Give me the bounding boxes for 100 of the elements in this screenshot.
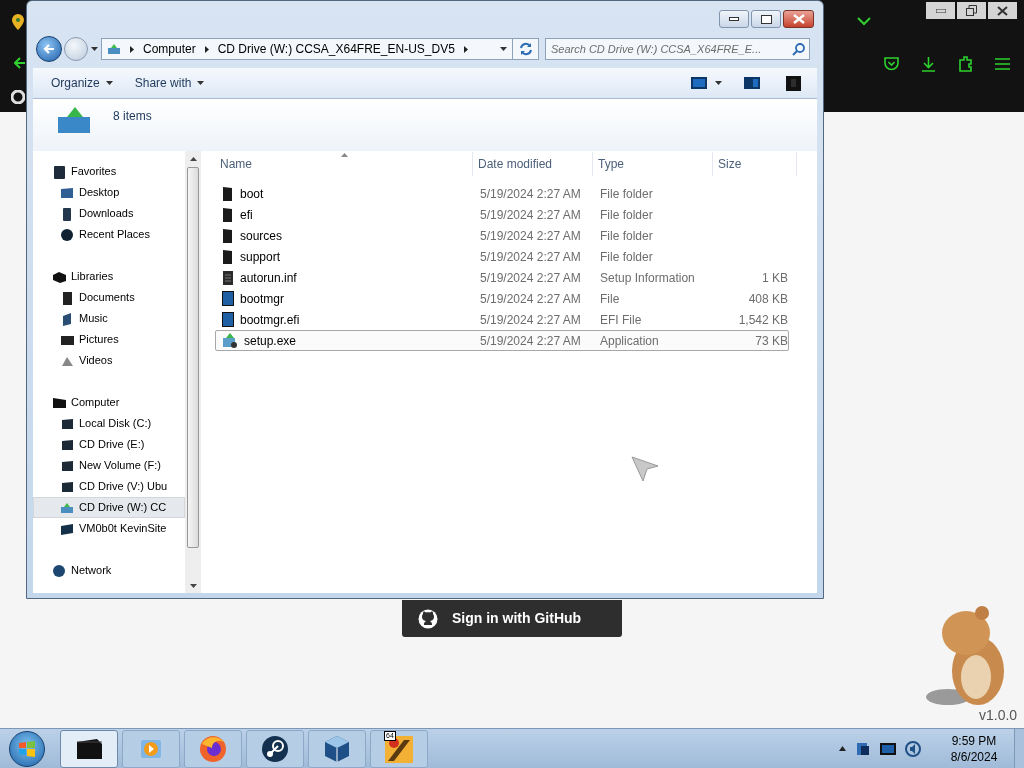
item-count: 8 items <box>113 108 152 125</box>
restore-button[interactable] <box>957 2 986 19</box>
nav-label: Recent Places <box>79 227 150 243</box>
size-cell-text: 408 KB <box>748 290 788 308</box>
recent-places-icon <box>60 227 74 242</box>
nav-label: Music <box>79 311 108 327</box>
maximize-button[interactable] <box>751 10 781 28</box>
nav-label: CD Drive (V:) Ubu <box>79 479 168 495</box>
drive-icon <box>60 479 74 494</box>
map-pin-icon <box>12 14 24 30</box>
taskbar-button[interactable] <box>60 729 118 768</box>
github-icon <box>418 608 438 629</box>
file-row[interactable]: boot 5/19/2024 2:27 AM File folder <box>215 183 789 204</box>
download-icon[interactable] <box>921 55 936 72</box>
breadcrumb-item[interactable]: Computer <box>143 40 196 58</box>
file-name: support <box>240 248 281 266</box>
back-arrow-icon[interactable] <box>14 57 26 69</box>
close-button[interactable] <box>988 2 1017 19</box>
file-row[interactable]: bootmgr.efi 5/19/2024 2:27 AM EFI File 1,542 KB <box>215 309 789 330</box>
chevron-icon[interactable] <box>463 45 468 53</box>
scroll-thumb[interactable] <box>187 167 199 548</box>
back-button[interactable] <box>36 36 62 62</box>
scroll-up-icon[interactable] <box>189 157 197 161</box>
type-cell-text: Application <box>599 332 660 350</box>
file-row[interactable]: sources 5/19/2024 2:27 AM File folder <box>215 225 789 246</box>
nav-item[interactable]: CD Drive (W:) CC <box>33 497 185 518</box>
minimize-icon <box>729 17 739 21</box>
downloads-icon <box>60 206 74 221</box>
favorites-icon <box>52 164 66 179</box>
nav-item[interactable]: CD Drive (V:) Ubu <box>33 476 185 497</box>
chevron-icon[interactable] <box>204 45 209 53</box>
scroll-down-icon[interactable] <box>189 584 197 588</box>
folder-icon <box>222 228 234 243</box>
breadcrumb-item[interactable]: CD Drive (W:) CCSA_X64FRE_EN-US_DV5 <box>217 40 455 58</box>
type-cell-text: File folder <box>599 185 654 203</box>
type-cell-text: File folder <box>599 206 654 224</box>
nav-item[interactable]: Local Disk (C:) <box>33 413 185 434</box>
start-button[interactable] <box>9 730 45 767</box>
drive-icon <box>57 105 91 135</box>
nav-item[interactable]: Libraries <box>33 266 185 287</box>
chevron-down-icon[interactable] <box>857 17 871 26</box>
extensions-icon[interactable] <box>958 55 973 72</box>
clock-date[interactable]: 8/6/2024 <box>950 748 998 765</box>
close-button[interactable] <box>783 10 814 28</box>
display-icon[interactable] <box>880 742 896 755</box>
nav-item[interactable]: Computer <box>33 392 185 413</box>
file-row[interactable]: setup.exe 5/19/2024 2:27 AM Application 73 KB <box>215 330 789 351</box>
column-header[interactable]: Type <box>593 152 713 176</box>
help-icon[interactable] <box>786 75 801 91</box>
nav-item[interactable]: VM0b0t KevinSite <box>33 518 185 539</box>
maximize-icon <box>760 14 772 24</box>
nav-item[interactable]: Favorites <box>33 161 185 182</box>
file-row[interactable]: bootmgr 5/19/2024 2:27 AM File 408 KB <box>215 288 789 309</box>
date-cell-text: 5/19/2024 2:27 AM <box>479 332 582 350</box>
nav-item[interactable]: New Volume (F:) <box>33 455 185 476</box>
file-name: efi <box>240 206 253 224</box>
column-header[interactable]: Name <box>215 152 473 176</box>
nav-item[interactable]: Pictures <box>33 329 185 350</box>
file-row[interactable]: support 5/19/2024 2:27 AM File folder <box>215 246 789 267</box>
file-row[interactable]: autorun.inf 5/19/2024 2:27 AM Setup Information 1 KB <box>215 267 789 288</box>
toolbar-menu-button[interactable]: Share with <box>134 74 205 92</box>
chevron-icon[interactable] <box>130 45 134 53</box>
menu-icon[interactable] <box>995 57 1010 70</box>
scrollbar[interactable] <box>185 151 201 593</box>
version-label: v1.0.0 <box>979 706 1018 725</box>
nav-item[interactable]: Documents <box>33 287 185 308</box>
nav-item[interactable]: CD Drive (E:) <box>33 434 185 455</box>
date-cell-text: 5/19/2024 2:27 AM <box>479 311 582 329</box>
type-cell-text: EFI File <box>599 311 643 329</box>
nav-item[interactable]: Network <box>33 560 185 581</box>
minimize-button[interactable] <box>719 10 749 28</box>
firefox-icon <box>198 733 228 764</box>
show-hidden-icons-icon[interactable] <box>839 746 846 751</box>
column-header[interactable]: Size <box>713 152 797 176</box>
column-header[interactable]: Date modified <box>473 152 593 176</box>
search-icon <box>792 42 805 56</box>
nav-label: CD Drive (W:) CC <box>79 500 167 516</box>
file-name: sources <box>240 227 283 245</box>
network-tray-icon[interactable] <box>855 740 871 757</box>
date-cell-text: 5/19/2024 2:27 AM <box>479 269 582 287</box>
nav-item[interactable]: Videos <box>33 350 185 371</box>
nav-item[interactable]: Desktop <box>33 182 185 203</box>
type-cell-text: Setup Information <box>599 269 696 287</box>
clock-time[interactable]: 9:59 PM <box>951 732 997 749</box>
search-field[interactable]: Search CD Drive (W:) CCSA_X64FRE_E... <box>545 38 810 60</box>
pocket-icon[interactable] <box>884 56 899 71</box>
file-row[interactable]: efi 5/19/2024 2:27 AM File folder <box>215 204 789 225</box>
nav-item[interactable]: Music <box>33 308 185 329</box>
toolbar-menu-button[interactable]: Organize <box>51 74 113 92</box>
taskbar-button[interactable] <box>246 729 304 768</box>
github-signin-button[interactable]: Sign in with GitHub <box>402 600 622 637</box>
refresh-button[interactable] <box>513 38 539 60</box>
nav-item[interactable]: Recent Places <box>33 224 185 245</box>
nav-item[interactable]: Downloads <box>33 203 185 224</box>
address-bar[interactable]: Computer CD Drive (W:) CCSA_X64FRE_EN-US_DV5 <box>101 38 513 60</box>
volume-icon[interactable] <box>905 740 921 757</box>
size-cell-text: 73 KB <box>755 332 788 350</box>
type-cell-text: File <box>599 290 621 308</box>
nav-label: Network <box>71 563 112 579</box>
network-drive-icon <box>60 521 74 536</box>
